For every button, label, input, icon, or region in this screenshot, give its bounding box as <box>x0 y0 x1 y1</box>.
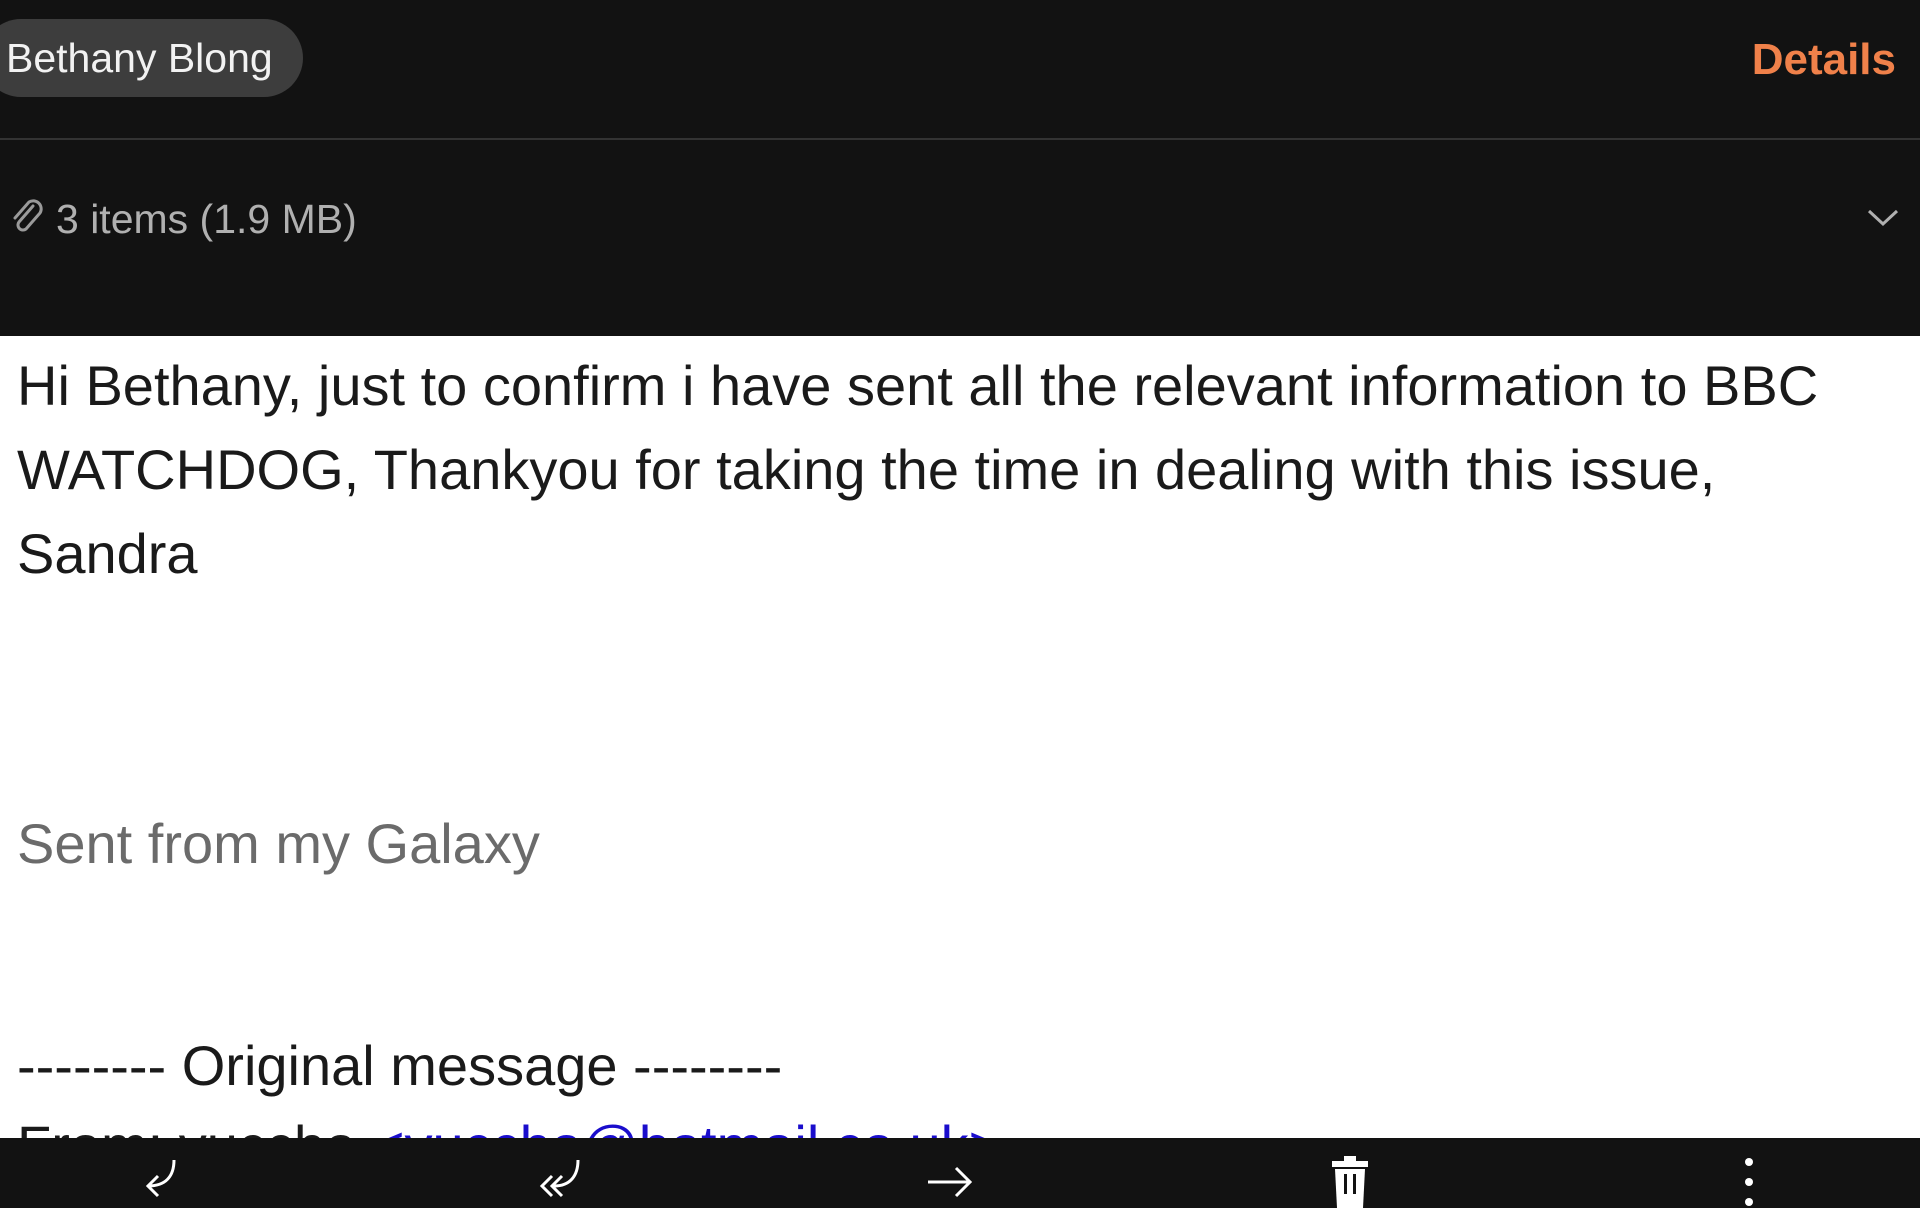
chevron-down-icon[interactable] <box>1866 204 1900 230</box>
paperclip-icon <box>13 199 43 232</box>
from-label: From: yuccho <box>17 1114 372 1138</box>
forward-button[interactable] <box>890 1138 1010 1200</box>
original-from-line: From: yuccho <yuccho@hotmail.co.uk> <box>17 1104 1001 1138</box>
original-message-header: -------- Original message -------- <box>17 1034 783 1097</box>
reply-all-icon <box>539 1159 580 1198</box>
message-text: Hi Bethany, just to confirm i have sent … <box>17 354 1819 585</box>
email-header: Bethany Blong Details <box>0 0 1920 139</box>
attachments-summary[interactable]: 3 items (1.9 MB) <box>56 194 357 244</box>
reply-button[interactable] <box>100 1138 220 1200</box>
details-link[interactable]: Details <box>1752 32 1896 88</box>
reply-icon <box>145 1159 176 1198</box>
delete-button[interactable] <box>1290 1138 1410 1208</box>
bottom-toolbar <box>0 1138 1920 1208</box>
reply-all-button[interactable] <box>500 1138 620 1200</box>
signature-text: Sent from my Galaxy <box>17 812 540 875</box>
forward-icon <box>928 1166 973 1198</box>
more-options-button[interactable] <box>1689 1138 1809 1206</box>
email-body: Hi Bethany, just to confirm i have sent … <box>0 336 1920 1138</box>
from-email-link[interactable]: <yuccho@hotmail.co.uk> <box>372 1114 1002 1138</box>
trash-icon <box>1332 1156 1368 1208</box>
more-vertical-icon <box>1745 1158 1753 1206</box>
recipient-chip[interactable]: Bethany Blong <box>0 19 303 97</box>
